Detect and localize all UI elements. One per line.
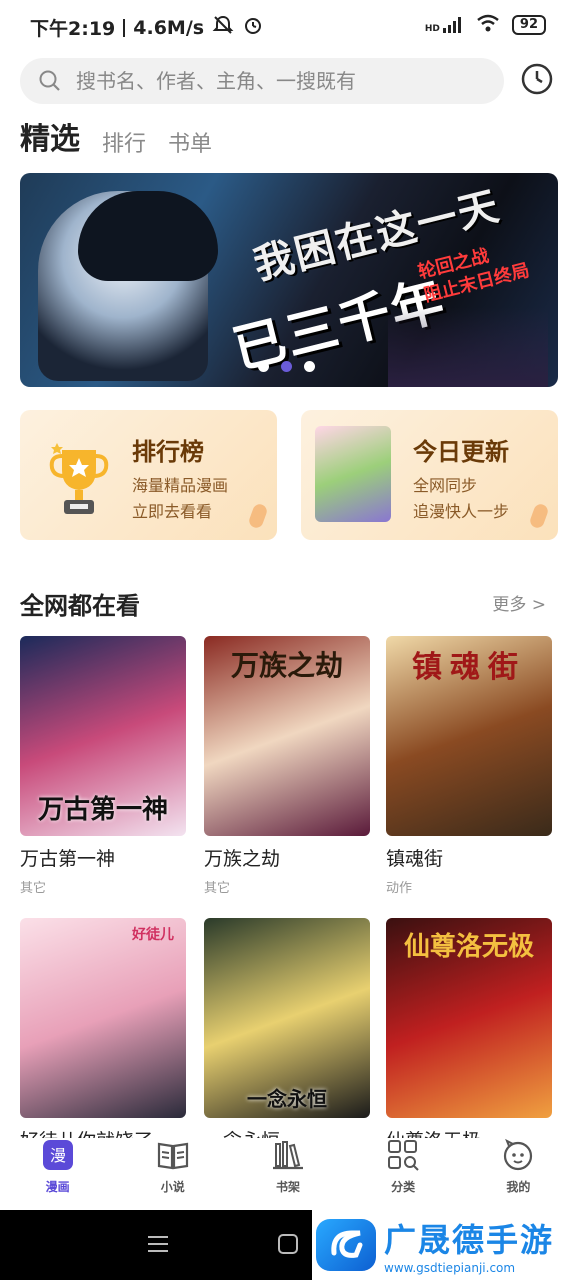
mute-icon	[212, 14, 234, 41]
daily-update-title: 今日更新	[413, 438, 509, 466]
status-speed: 4.6M/s	[133, 16, 205, 39]
watermark-name: 广晟德手游	[384, 1221, 555, 1259]
nav-novel-label: 小说	[160, 1180, 185, 1194]
ranking-card[interactable]: 排行榜 海量精品漫画 立即去看看	[20, 410, 277, 540]
cover-title: 好徒儿	[132, 927, 174, 943]
book-card[interactable]: 万古第一神 万古第一神 其它	[20, 636, 186, 896]
tab-ranking[interactable]: 排行	[102, 126, 146, 158]
trophy-icon	[48, 440, 110, 518]
book-card[interactable]: 仙尊洛无极 仙尊洛无极	[386, 918, 552, 1159]
search-box[interactable]	[20, 58, 504, 104]
book-cover: 好徒儿	[20, 918, 186, 1118]
search-row	[20, 58, 556, 104]
daily-update-card[interactable]: 今日更新 全网同步 追漫快人一步	[301, 410, 558, 540]
watermark: 广晟德手游 www.gsdtiepianji.com	[312, 1210, 576, 1280]
category-icon	[386, 1138, 420, 1172]
nav-profile-label: 我的	[506, 1180, 531, 1194]
carousel-dots	[258, 361, 315, 372]
history-button[interactable]	[518, 62, 556, 100]
status-time: 下午2:19	[30, 18, 116, 40]
nav-comic-label: 漫画	[45, 1180, 70, 1194]
cover-title: 万族之劫	[230, 649, 343, 682]
book-cover: 万族之劫	[204, 636, 370, 836]
status-separator	[123, 18, 126, 37]
book-card[interactable]: 镇魂街 镇魂街 动作	[386, 636, 552, 896]
wifi-icon	[476, 14, 500, 36]
book-genre: 其它	[20, 881, 47, 896]
daily-update-line2: 追漫快人一步	[413, 502, 510, 521]
top-tabs: 精选 排行 书单	[20, 114, 212, 158]
more-link[interactable]: 更多 >	[492, 590, 546, 615]
nav-profile[interactable]: 我的	[482, 1138, 554, 1195]
leaf-decoration	[528, 502, 550, 530]
nav-category-label: 分类	[391, 1180, 416, 1194]
book-title: 万族之劫	[204, 848, 281, 870]
home-icon[interactable]	[276, 1232, 300, 1260]
search-icon	[36, 67, 64, 95]
book-cover: 仙尊洛无极	[386, 918, 552, 1118]
banner-carousel[interactable]: 我困在这一天 已三千年 轮回之战 阻止末日终局	[20, 173, 558, 387]
ranking-card-title: 排行榜	[132, 438, 204, 466]
daily-update-line1: 全网同步	[413, 476, 478, 495]
nav-novel[interactable]: 小说	[137, 1138, 209, 1195]
bookshelf-icon	[271, 1138, 305, 1172]
cover-title: 万古第一神	[37, 795, 168, 825]
signal-icon: HD	[425, 16, 464, 34]
nav-bookshelf-label: 书架	[275, 1180, 300, 1194]
book-cover: 一念永恒	[204, 918, 370, 1118]
carousel-dot-active[interactable]	[281, 361, 292, 372]
book-cover: 镇魂街	[386, 636, 552, 836]
bottom-nav: 漫 漫画 小说 书架 分类 我的	[0, 1138, 576, 1210]
tab-booklist[interactable]: 书单	[168, 126, 212, 158]
carousel-dot[interactable]	[258, 361, 269, 372]
watermark-logo-icon	[316, 1219, 376, 1271]
carousel-dot[interactable]	[304, 361, 315, 372]
ranking-card-line1: 海量精品漫画	[132, 476, 229, 495]
book-genre: 其它	[204, 881, 231, 896]
cover-title: 镇魂街	[412, 650, 526, 685]
book-title: 万古第一神	[20, 848, 116, 870]
ranking-card-line2: 立即去看看	[132, 502, 213, 521]
alarm-icon	[242, 14, 264, 41]
nav-bookshelf[interactable]: 书架	[252, 1138, 324, 1195]
watermark-url: www.gsdtiepianji.com	[384, 1261, 516, 1275]
comic-icon: 漫	[41, 1138, 75, 1172]
tab-featured[interactable]: 精选	[20, 114, 80, 158]
cover-title: 一念永恒	[247, 1087, 327, 1111]
book-icon	[156, 1138, 190, 1172]
nav-comic[interactable]: 漫 漫画	[22, 1138, 94, 1195]
book-genre: 动作	[386, 881, 413, 896]
system-nav-bar: 广晟德手游 www.gsdtiepianji.com	[0, 1210, 576, 1280]
book-card[interactable]: 一念永恒 一念永恒	[204, 918, 370, 1159]
banner-character-hair	[78, 191, 218, 281]
watermark-text: 广晟德手游 www.gsdtiepianji.com	[384, 1215, 554, 1275]
battery-indicator: 92	[511, 15, 546, 35]
book-card[interactable]: 好徒儿 好徒儿你就饶了	[20, 918, 186, 1159]
feature-cards: 排行榜 海量精品漫画 立即去看看 今日更新 全网同步 追漫快人一步	[20, 410, 558, 540]
book-cover: 万古第一神	[20, 636, 186, 836]
status-bar: 下午2:19 4.6M/s HD 92	[0, 0, 576, 54]
clock-icon	[520, 62, 554, 100]
menu-icon[interactable]	[146, 1232, 170, 1260]
nav-category[interactable]: 分类	[367, 1138, 439, 1195]
book-card[interactable]: 万族之劫 万族之劫 其它	[204, 636, 370, 896]
section-title: 全网都在看	[20, 592, 140, 620]
status-left: 下午2:19 4.6M/s	[30, 14, 264, 41]
leaf-decoration	[247, 502, 269, 530]
book-title: 镇魂街	[386, 848, 444, 870]
signal-label: HD	[424, 24, 440, 34]
profile-icon	[501, 1138, 535, 1172]
cover-title: 仙尊洛无极	[403, 932, 534, 962]
banner-character-art	[38, 191, 218, 381]
status-right: HD 92	[425, 14, 546, 36]
daily-update-thumbnail	[315, 426, 391, 522]
search-input[interactable]	[74, 68, 478, 94]
svg-text:漫: 漫	[50, 1146, 66, 1165]
banner-crowd-art	[388, 307, 548, 387]
